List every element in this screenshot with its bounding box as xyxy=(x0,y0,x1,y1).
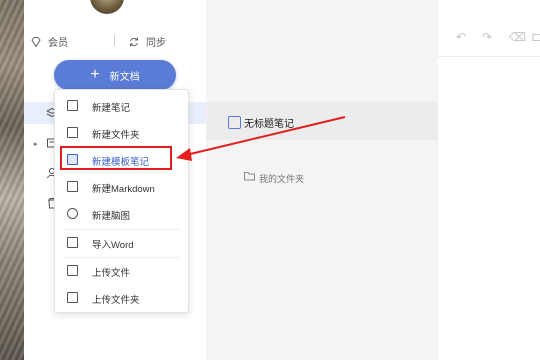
menu-item-upload-folder[interactable]: 上传文件夹 xyxy=(55,285,188,311)
format-icon[interactable]: ⊏ xyxy=(531,30,540,44)
diamond-icon xyxy=(31,36,41,47)
sync-button[interactable]: 同步 xyxy=(128,34,166,49)
background-photo xyxy=(0,0,24,360)
undo-icon[interactable]: ↶ xyxy=(456,30,466,44)
menu-item-new-markdown[interactable]: 新建Markdown xyxy=(55,174,188,200)
new-document-button[interactable]: + 新文档 xyxy=(54,60,176,90)
expand-caret-icon[interactable]: ▸ xyxy=(34,140,38,148)
editor-toolbar-divider xyxy=(438,56,540,57)
menu-item-import-word[interactable]: 导入Word xyxy=(55,230,188,256)
vip-label: 会员 xyxy=(48,38,68,49)
note-list-panel xyxy=(206,0,438,360)
menu-item-new-mindmap[interactable]: 新建脑图 xyxy=(55,201,188,227)
note-icon xyxy=(228,116,241,129)
image-icon xyxy=(67,181,78,192)
vip-button[interactable]: 会员 xyxy=(30,34,68,49)
eraser-icon[interactable]: ⌫ xyxy=(509,30,526,44)
note-title: 无标题笔记 xyxy=(244,119,294,130)
upload-file-icon xyxy=(67,265,78,276)
new-note-icon xyxy=(67,100,78,111)
toolbar-divider xyxy=(114,35,115,46)
menu-item-new-folder[interactable]: 新建文件夹 xyxy=(55,120,188,146)
plus-icon: + xyxy=(90,66,100,83)
menu-item-upload-file[interactable]: 上传文件 xyxy=(55,258,188,284)
menu-item-new-note[interactable]: 新建笔记 xyxy=(55,93,188,119)
folder-label[interactable]: 我的文件夹 xyxy=(259,172,304,185)
redo-icon[interactable]: ↷ xyxy=(482,30,492,44)
folder-icon xyxy=(244,172,255,181)
upload-folder-icon xyxy=(67,292,78,303)
new-document-menu: 新建笔记 新建文件夹 新建模板笔记 新建Markdown 新建脑图 导入Word… xyxy=(54,89,189,313)
folder-icon xyxy=(67,127,78,138)
new-document-label: 新文档 xyxy=(109,71,140,83)
sync-icon xyxy=(130,37,138,46)
annotation-highlight-box xyxy=(60,146,172,170)
sync-label: 同步 xyxy=(146,38,166,49)
import-icon xyxy=(67,237,78,248)
editor-panel[interactable] xyxy=(438,0,540,360)
mindmap-icon xyxy=(67,208,78,219)
